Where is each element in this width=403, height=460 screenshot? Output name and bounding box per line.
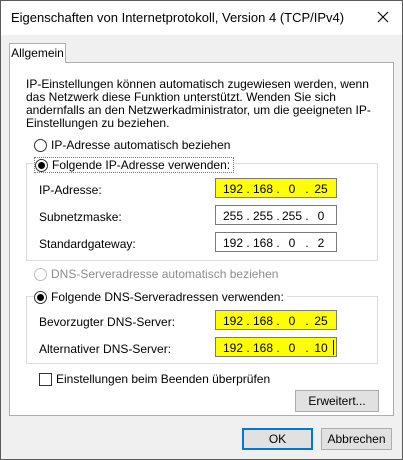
subnet-mask-octet-3: 255 [281, 209, 303, 223]
alternate-dns-label: Alternativer DNS-Server: [39, 342, 172, 356]
ip-auto-option[interactable]: IP-Adresse automatisch beziehen [34, 138, 230, 152]
ip-auto-label: IP-Adresse automatisch beziehen [51, 138, 231, 152]
dns-manual-label: Folgende DNS-Serveradressen verwenden: [51, 290, 284, 304]
tab-panel-allgemein: IP-Einstellungen können automatisch zuge… [9, 62, 394, 416]
alternate-dns-octet-1: 192 [222, 341, 244, 355]
alternate-dns-input[interactable]: 192 . 168 . 0 . 10 [215, 337, 337, 357]
ok-button[interactable]: OK [242, 428, 313, 450]
advanced-button[interactable]: Erweitert... [295, 390, 379, 412]
dns-manual-option[interactable]: Folgende DNS-Serveradressen verwenden: [34, 290, 287, 304]
tab-allgemein[interactable]: Allgemein [9, 43, 66, 63]
default-gateway-octet-1: 192 [222, 236, 244, 250]
alternate-dns-octet-3: 0 [288, 341, 296, 355]
preferred-dns-octet-3: 0 [288, 314, 296, 328]
ip-address-octet-3: 0 [288, 182, 296, 196]
window-title: Eigenschaften von Internetprotokoll, Ver… [11, 10, 345, 25]
ip-address-input[interactable]: 192 . 168 . 0 . 25 [215, 178, 337, 198]
validate-on-exit-checkbox[interactable] [39, 372, 52, 386]
subnet-mask-octet-2: 255 [252, 209, 274, 223]
ip-manual-radio[interactable] [35, 158, 48, 172]
ip-address-octet-4: 25 [314, 182, 328, 196]
validate-on-exit-option[interactable]: Einstellungen beim Beenden überprüfen [39, 372, 270, 386]
default-gateway-input[interactable]: 192 . 168 . 0 . 2 [215, 232, 337, 252]
ip-manual-option[interactable]: Folgende IP-Adresse verwenden: [34, 157, 235, 173]
dns-auto-label: DNS-Serveradresse automatisch beziehen [51, 267, 279, 281]
subnet-mask-input[interactable]: 255 . 255 . 255 . 0 [215, 205, 337, 225]
close-icon [377, 11, 389, 23]
dns-auto-radio[interactable] [34, 267, 47, 281]
default-gateway-octet-2: 168 [252, 236, 274, 250]
preferred-dns-label: Bevorzugter DNS-Server: [39, 315, 176, 329]
validate-on-exit-label: Einstellungen beim Beenden überprüfen [56, 372, 271, 386]
default-gateway-label: Standardgateway: [39, 237, 136, 251]
text-cursor [333, 340, 334, 355]
subnet-mask-octet-4: 0 [317, 209, 325, 223]
preferred-dns-octet-4: 25 [314, 314, 328, 328]
ip-manual-label: Folgende IP-Adresse verwenden: [52, 158, 231, 172]
alternate-dns-octet-2: 168 [252, 341, 274, 355]
dns-manual-radio[interactable] [34, 290, 47, 304]
preferred-dns-octet-1: 192 [222, 314, 244, 328]
ip-address-label: IP-Adresse: [39, 183, 102, 197]
ip-address-octet-1: 192 [222, 182, 244, 196]
preferred-dns-octet-2: 168 [252, 314, 274, 328]
default-gateway-octet-4: 2 [317, 236, 325, 250]
alternate-dns-octet-4: 10 [314, 341, 328, 355]
dns-manual-group: Bevorzugter DNS-Server: 192 . 168 . 0 . … [26, 296, 378, 364]
description-text: IP-Einstellungen können automatisch zuge… [26, 77, 371, 130]
preferred-dns-input[interactable]: 192 . 168 . 0 . 25 [215, 310, 337, 330]
dns-auto-option[interactable]: DNS-Serveradresse automatisch beziehen [34, 267, 278, 281]
ip-auto-radio[interactable] [34, 138, 47, 152]
subnet-mask-label: Subnetzmaske: [39, 210, 122, 224]
ip-address-octet-2: 168 [252, 182, 274, 196]
default-gateway-octet-3: 0 [288, 236, 296, 250]
subnet-mask-octet-1: 255 [222, 209, 244, 223]
cancel-button[interactable]: Abbrechen [321, 428, 392, 450]
properties-dialog: Eigenschaften von Internetprotokoll, Ver… [0, 0, 403, 460]
title-bar: Eigenschaften von Internetprotokoll, Ver… [1, 1, 402, 35]
close-button[interactable] [372, 6, 394, 28]
ip-manual-group: IP-Adresse: 192 . 168 . 0 . 25 Subnetzma… [26, 163, 378, 261]
